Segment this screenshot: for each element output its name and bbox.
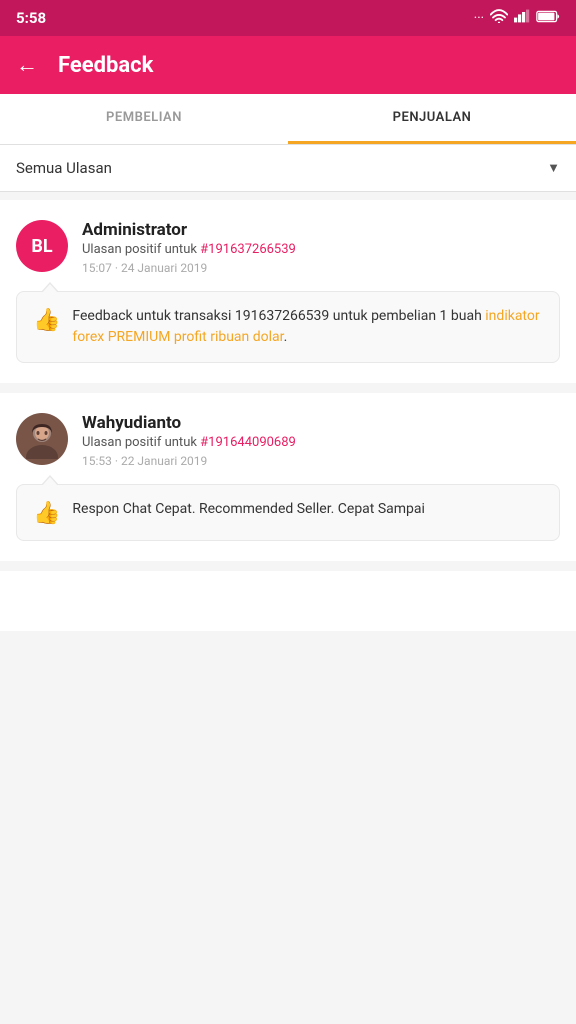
avatar-2 [16,413,68,465]
comment-bubble-2: 👍 Respon Chat Cepat. Recommended Seller.… [16,484,560,541]
tab-bar: PEMBELIAN PENJUALAN [0,94,576,145]
reviewer-info-2: Wahyudianto Ulasan positif untuk #191644… [82,413,296,468]
battery-icon [536,10,560,27]
filter-label: Semua Ulasan [16,159,112,177]
comment-text-1: Feedback untuk transaksi 191637266539 un… [72,306,543,348]
avatar-initials-text: BL [31,236,52,257]
tab-pembelian[interactable]: PEMBELIAN [0,94,288,144]
person-avatar-svg [22,419,62,459]
status-time: 5:58 [16,9,46,27]
comment-text-2: Respon Chat Cepat. Recommended Seller. C… [72,499,425,520]
feedback-card-2: Wahyudianto Ulasan positif untuk #191644… [0,393,576,561]
order-link-1[interactable]: #191637266539 [200,242,296,257]
back-button[interactable]: ← [16,52,38,78]
comment-bubble-1: 👍 Feedback untuk transaksi 191637266539 … [16,291,560,363]
order-link-2[interactable]: #191644090689 [200,435,296,450]
feedback-card-1: BL Administrator Ulasan positif untuk #1… [0,200,576,383]
reviewer-name-2: Wahyudianto [82,413,296,433]
reviewer-row-2: Wahyudianto Ulasan positif untuk #191644… [16,413,560,468]
tab-penjualan[interactable]: PENJUALAN [288,94,576,144]
reviewer-row-1: BL Administrator Ulasan positif untuk #1… [16,220,560,275]
reviewer-name-1: Administrator [82,220,296,240]
status-bar: 5:58 ··· [0,0,576,36]
reviewer-sub-1: Ulasan positif untuk #191637266539 [82,242,296,257]
filter-dropdown[interactable]: Semua Ulasan ▼ [0,145,576,192]
status-icons: ··· [474,9,560,27]
avatar-1: BL [16,220,68,272]
reviewer-sub-2: Ulasan positif untuk #191644090689 [82,435,296,450]
thumbs-up-icon-2: 👍 [33,501,60,526]
chevron-down-icon: ▼ [547,160,560,176]
reviewer-time-1: 15:07 · 24 Januari 2019 [82,261,296,275]
page-title: Feedback [58,53,153,78]
reviewer-info-1: Administrator Ulasan positif untuk #1916… [82,220,296,275]
signal-icon [514,9,530,27]
feedback-card-3-partial [0,571,576,631]
reviewer-time-2: 15:53 · 22 Januari 2019 [82,454,296,468]
app-header: ← Feedback [0,36,576,94]
wifi-icon [490,9,508,27]
thumbs-up-icon-1: 👍 [33,308,60,333]
more-dots-icon: ··· [474,11,484,26]
